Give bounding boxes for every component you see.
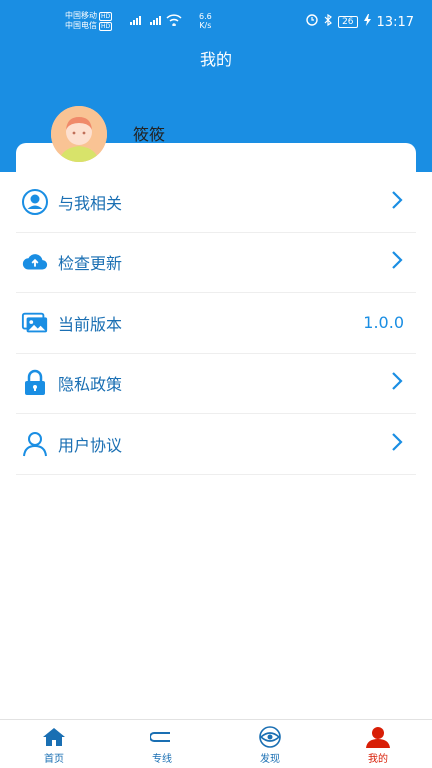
menu-label: 隐私政策 bbox=[58, 375, 123, 395]
bluetooth-icon bbox=[324, 13, 333, 30]
lock-icon bbox=[21, 369, 49, 397]
menu-label: 当前版本 bbox=[58, 314, 123, 334]
menu-item-check-update[interactable]: 检查更新 bbox=[16, 233, 416, 293]
tab-home[interactable]: 首页 bbox=[0, 720, 108, 768]
tab-label: 专线 bbox=[152, 754, 172, 765]
tab-label: 首页 bbox=[44, 754, 64, 765]
avatar[interactable] bbox=[51, 106, 107, 162]
version-value: 1.0.0 bbox=[363, 313, 404, 333]
eye-icon bbox=[256, 726, 284, 748]
carrier-info: 中国移动 HD 中国电信 HD bbox=[65, 11, 113, 31]
clock-time: 13:17 bbox=[376, 14, 414, 30]
menu-label: 检查更新 bbox=[58, 254, 123, 274]
carrier-1: 中国移动 bbox=[65, 11, 97, 20]
tab-route[interactable]: 专线 bbox=[108, 720, 216, 768]
bottom-tab-bar: 首页 专线 发现 我的 bbox=[0, 719, 432, 768]
user-name: 筱筱 bbox=[133, 125, 166, 144]
tab-mine[interactable]: 我的 bbox=[324, 720, 432, 768]
signal-icon bbox=[128, 14, 192, 29]
speed-value: 6.6 bbox=[199, 12, 212, 21]
home-icon bbox=[40, 726, 68, 748]
menu-list: 与我相关 检查更新 当前版本 1.0.0 隐私政策 用户协议 bbox=[16, 172, 416, 475]
status-bar: 中国移动 HD 中国电信 HD 6.6 K/s 26 13:17 bbox=[0, 0, 432, 40]
chevron-right-icon bbox=[390, 250, 404, 274]
menu-item-agreement[interactable]: 用户协议 bbox=[16, 414, 416, 475]
hd-badge: HD bbox=[99, 22, 113, 31]
network-speed: 6.6 K/s bbox=[199, 12, 212, 30]
menu-item-related[interactable]: 与我相关 bbox=[16, 172, 416, 233]
cloud-upload-icon bbox=[21, 248, 49, 276]
alarm-icon bbox=[306, 14, 318, 30]
tab-label: 我的 bbox=[368, 754, 388, 765]
user-icon bbox=[21, 430, 49, 458]
tab-label: 发现 bbox=[260, 754, 280, 765]
carrier-2: 中国电信 bbox=[65, 21, 97, 30]
battery-level: 26 bbox=[338, 16, 358, 28]
tab-discover[interactable]: 发现 bbox=[216, 720, 324, 768]
chevron-right-icon bbox=[390, 432, 404, 456]
speed-unit: K/s bbox=[199, 21, 212, 30]
menu-label: 用户协议 bbox=[58, 435, 123, 455]
user-circle-icon bbox=[21, 188, 49, 216]
profile-icon bbox=[364, 726, 392, 748]
menu-item-privacy[interactable]: 隐私政策 bbox=[16, 354, 416, 414]
page-title: 我的 bbox=[199, 50, 232, 69]
gallery-icon bbox=[21, 309, 49, 337]
route-icon bbox=[148, 726, 176, 748]
chevron-right-icon bbox=[390, 371, 404, 395]
chevron-right-icon bbox=[390, 190, 404, 214]
charging-icon bbox=[363, 14, 371, 30]
menu-label: 与我相关 bbox=[58, 193, 123, 213]
hd-badge: HD bbox=[99, 12, 113, 21]
menu-item-version[interactable]: 当前版本 1.0.0 bbox=[16, 293, 416, 354]
status-right: 26 13:17 bbox=[306, 13, 414, 30]
